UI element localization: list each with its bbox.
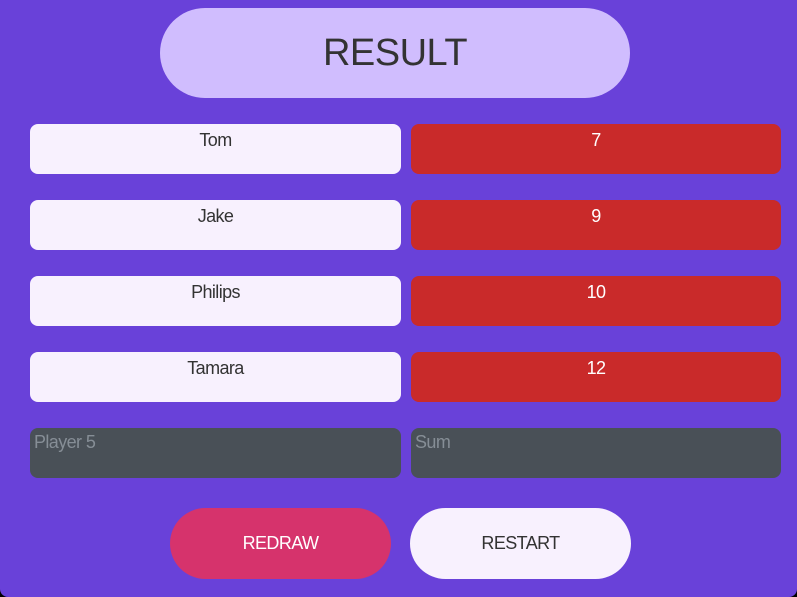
redraw-button[interactable]: REDRAW (170, 508, 391, 579)
player-name: Tamara (30, 352, 401, 402)
player-score: 12 (411, 352, 781, 402)
result-title: RESULT (160, 8, 630, 98)
player-score: 10 (411, 276, 781, 326)
player-score: 7 (411, 124, 781, 174)
restart-button[interactable]: RESTART (410, 508, 631, 579)
player-score: 9 (411, 200, 781, 250)
app-window: RESULT Tom 7 Jake 9 Philips 10 Tamara 12… (0, 0, 797, 597)
sum-input[interactable] (411, 428, 781, 478)
player-name: Jake (30, 200, 401, 250)
player-name: Tom (30, 124, 401, 174)
player-name-input[interactable] (30, 428, 401, 478)
player-name: Philips (30, 276, 401, 326)
